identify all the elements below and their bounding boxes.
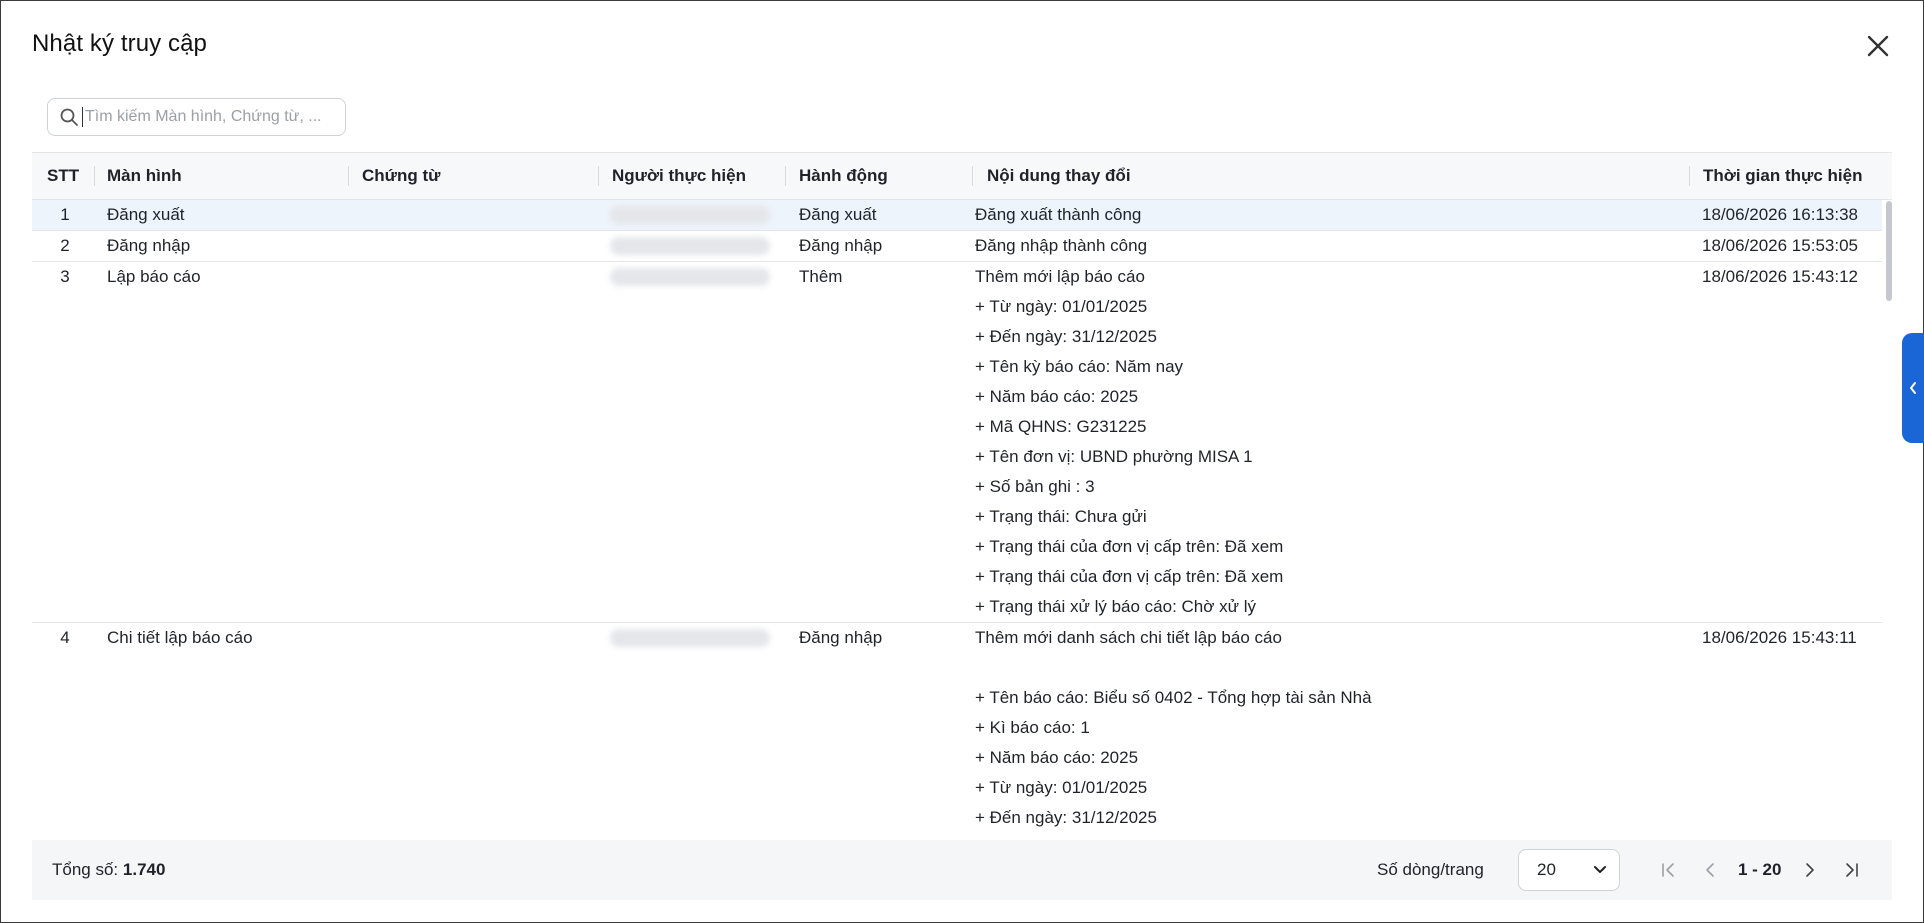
cell-stt: 1 [60, 205, 70, 224]
close-button[interactable] [1864, 32, 1892, 60]
cell-screen: Lập báo cáo [107, 267, 201, 286]
cell-time: 18/06/2026 15:43:12 [1702, 267, 1858, 286]
column-header-performer[interactable]: Người thực hiện [612, 153, 746, 199]
cell-changes-line: + Mã QHNS: G231225 [975, 417, 1147, 436]
last-page-button[interactable] [1842, 860, 1862, 880]
column-divider[interactable] [972, 166, 973, 186]
column-divider[interactable] [94, 166, 95, 186]
cell-performer-redacted [610, 237, 770, 255]
cell-time: 18/06/2026 15:43:11 [1702, 628, 1857, 647]
chevron-left-icon [1910, 382, 1916, 394]
column-divider[interactable] [348, 166, 349, 186]
column-header-action[interactable]: Hành động [799, 153, 888, 199]
cell-changes-line: + Số bản ghi : 3 [975, 477, 1095, 496]
page-range: 1 - 20 [1738, 860, 1782, 879]
cell-action: Đăng xuất [799, 205, 877, 224]
cell-changes-line: + Từ ngày: 01/01/2025 [975, 778, 1148, 797]
cell-changes-line: + Trạng thái: Chưa gửi [975, 507, 1147, 526]
cell-changes-line: + Đến ngày: 31/12/2025 [975, 327, 1157, 346]
cell-changes-line: + Trạng thái của đơn vị cấp trên: Đã xem [975, 537, 1284, 556]
cell-changes-line: + Tên kỳ báo cáo: Năm nay [975, 357, 1184, 376]
prev-page-button[interactable] [1700, 860, 1720, 880]
cell-stt: 3 [60, 267, 70, 286]
table-row[interactable]: 4 Chi tiết lập báo cáo Đăng nhập Thêm mớ… [32, 623, 1882, 839]
rows-per-page-select[interactable]: 20 [1518, 849, 1620, 891]
cell-changes-line: + Năm báo cáo: 2025 [975, 748, 1139, 767]
search-icon [60, 108, 78, 126]
column-divider[interactable] [1689, 166, 1690, 186]
chevron-down-icon [1594, 866, 1606, 873]
cell-performer-redacted [610, 629, 770, 647]
cell-changes-line: Đăng nhập thành công [975, 236, 1148, 255]
cell-changes-line: + Đến ngày: 31/12/2025 [975, 808, 1157, 827]
first-page-icon [1662, 863, 1674, 877]
cell-performer-redacted [610, 268, 770, 286]
cell-screen: Chi tiết lập báo cáo [107, 628, 253, 647]
total-label: Tổng số: [52, 860, 119, 879]
cell-screen: Đăng xuất [107, 205, 185, 224]
dialog-title: Nhật ký truy cập [32, 30, 208, 57]
side-panel-toggle[interactable] [1902, 333, 1924, 443]
cell-action: Đăng nhập [799, 628, 883, 647]
cell-changes-line: + Kì báo cáo: 1 [975, 718, 1090, 737]
table-row[interactable]: 2 Đăng nhập Đăng nhập Đăng nhập thành cô… [32, 231, 1882, 262]
cell-stt: 4 [60, 628, 70, 647]
cell-screen: Đăng nhập [107, 236, 191, 255]
cell-stt: 2 [60, 236, 70, 255]
cell-action: Đăng nhập [799, 236, 883, 255]
cell-changes-line: + Tên đơn vị: UBND phường MISA 1 [975, 447, 1253, 466]
chevron-left-icon [1706, 863, 1714, 877]
first-page-button[interactable] [1658, 860, 1678, 880]
column-header-screen[interactable]: Màn hình [107, 153, 182, 199]
column-divider[interactable] [598, 166, 599, 186]
table-row[interactable]: 3 Lập báo cáo Thêm Thêm mới lập báo cáo … [32, 262, 1882, 623]
scrollbar-thumb[interactable] [1886, 201, 1892, 301]
cell-changes-line: Đăng xuất thành công [975, 205, 1142, 224]
table-header: STT Màn hình Chứng từ Người thực hiện Hà… [32, 153, 1892, 200]
cell-changes-line: + Tên báo cáo: Biểu số 0402 - Tổng hợp t… [975, 688, 1372, 707]
cell-time: 18/06/2026 16:13:38 [1702, 205, 1858, 224]
cell-changes-line: + Trạng thái xử lý báo cáo: Chờ xử lý [975, 597, 1257, 616]
cell-time: 18/06/2026 15:53:05 [1702, 236, 1858, 255]
search-box[interactable] [47, 98, 346, 136]
total-count: Tổng số: 1.740 [52, 840, 165, 900]
total-value: 1.740 [122, 860, 166, 879]
cell-changes-line: Thêm mới lập báo cáo [975, 267, 1145, 286]
cell-changes-line: + Trạng thái của đơn vị cấp trên: Đã xem [975, 567, 1284, 586]
table-footer: Tổng số: 1.740 Số dòng/trang 20 1 - 20 [32, 840, 1892, 900]
search-input[interactable] [83, 108, 335, 126]
cell-changes-line: Thêm mới danh sách chi tiết lập báo cáo [975, 628, 1282, 647]
access-log-table: STT Màn hình Chứng từ Người thực hiện Hà… [32, 152, 1892, 839]
column-header-stt[interactable]: STT [47, 153, 79, 199]
table-row[interactable]: 1 Đăng xuất Đăng xuất Đăng xuất thành cô… [32, 200, 1882, 231]
last-page-icon [1846, 863, 1858, 877]
cell-action: Thêm [799, 267, 843, 286]
rows-per-page-value: 20 [1537, 860, 1556, 879]
cell-performer-redacted [610, 206, 770, 224]
next-page-button[interactable] [1800, 860, 1820, 880]
column-header-changes[interactable]: Nội dung thay đổi [987, 153, 1131, 199]
column-header-document[interactable]: Chứng từ [362, 153, 440, 199]
chevron-right-icon [1806, 863, 1814, 877]
column-header-time[interactable]: Thời gian thực hiện [1703, 153, 1862, 199]
cell-changes-line: + Từ ngày: 01/01/2025 [975, 297, 1148, 316]
rows-per-page-label: Số dòng/trang [1377, 860, 1484, 879]
cell-changes-line: + Năm báo cáo: 2025 [975, 387, 1139, 406]
close-icon [1867, 35, 1889, 57]
column-divider[interactable] [785, 166, 786, 186]
